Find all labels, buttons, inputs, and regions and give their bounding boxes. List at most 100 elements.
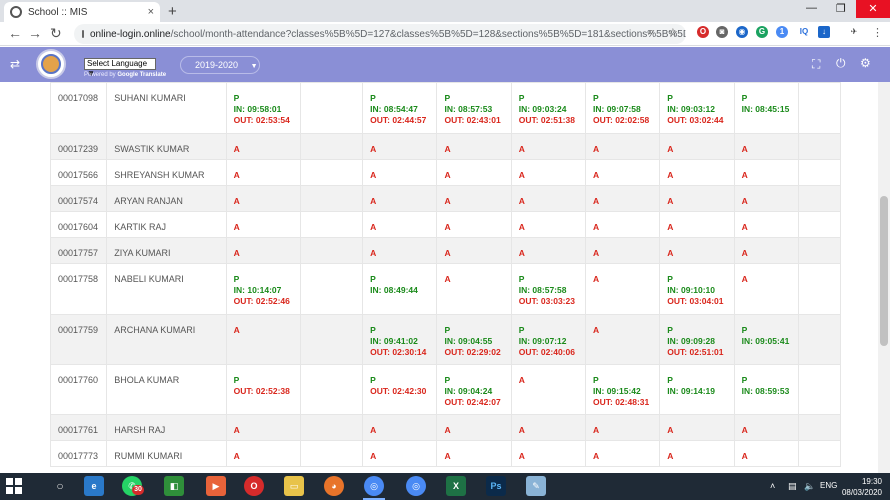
page-scrollbar[interactable] (878, 82, 890, 473)
volume-icon[interactable]: 🔈 (804, 481, 815, 492)
media-player-icon[interactable]: ▶ (206, 476, 226, 496)
attendance-cell: A (510, 185, 587, 212)
reload-icon[interactable]: ↻ (50, 25, 62, 42)
absent-mark: A (518, 375, 525, 385)
firefox-icon[interactable]: ◕ (324, 476, 344, 496)
attendance-cell (299, 414, 364, 441)
attendance-cell: P IN: 09:04:55 OUT: 02:29:02 (436, 314, 512, 365)
attendance-cell: A (436, 159, 512, 186)
attendance-cell (299, 237, 364, 264)
attendance-cell: A (659, 159, 735, 186)
absent-mark: A (593, 248, 600, 258)
attendance-cell: P IN: 09:07:58 OUT: 02:02:58 (585, 82, 661, 134)
absent-mark: A (593, 325, 600, 335)
scrollbar-thumb[interactable] (880, 196, 888, 346)
attendance-cell: A (659, 211, 735, 238)
attendance-cell (797, 314, 841, 365)
attendance-cell: A (659, 237, 735, 264)
windows-taskbar: ○ e ✆ 30 ◧ ▶ O ▭ ◕ ◎ ◎ X Ps ✎ ˄ ▤ 🔈 ENG … (0, 473, 890, 500)
power-icon[interactable]: ⏻ (836, 56, 846, 71)
absent-mark: A (667, 170, 674, 180)
absent-mark: A (370, 222, 377, 232)
present-mark: P (444, 93, 451, 103)
gear-icon[interactable]: ⚙ (860, 56, 871, 70)
back-icon[interactable]: ← (8, 25, 22, 41)
language-select[interactable]: Select Language ▼ (84, 58, 156, 78)
absent-mark: A (233, 144, 240, 154)
download-extension-icon[interactable]: ↓ (818, 26, 830, 38)
window-close-button[interactable]: ✕ (856, 0, 890, 18)
minimize-icon[interactable]: — (806, 2, 817, 14)
student-name: NABELI KUMARI (106, 263, 227, 315)
notes-icon[interactable]: ✎ (526, 476, 546, 496)
internet-explorer-icon[interactable]: e (84, 476, 104, 496)
in-time: IN: 08:49:44 (370, 285, 418, 295)
tab-close-button[interactable]: × (148, 6, 154, 18)
search-icon[interactable]: ○ (50, 476, 70, 496)
absent-mark: A (518, 144, 525, 154)
student-id: 00017761 (50, 414, 108, 441)
attendance-cell: P IN: 09:05:41 (733, 314, 799, 365)
profile-extension-icon[interactable]: ✈ (848, 26, 860, 38)
in-time: IN: 09:04:55 (444, 336, 493, 346)
opera-icon[interactable]: O (244, 476, 264, 496)
search-icon[interactable]: ⌕ (648, 26, 654, 39)
in-time: IN: 09:15:42 (593, 386, 641, 396)
absent-mark: A (518, 196, 525, 206)
photoshop-icon[interactable]: Ps (486, 476, 506, 496)
attendance-cell (797, 440, 841, 467)
folder-icon[interactable]: ▭ (284, 476, 304, 496)
attendance-cell: A (659, 414, 735, 441)
attendance-cell: A (362, 211, 438, 238)
bookmark-star-icon[interactable]: ☆ (668, 26, 678, 39)
out-time: OUT: 03:04:01 (667, 296, 724, 306)
restore-icon[interactable]: ❐ (836, 2, 846, 15)
absent-mark: A (667, 196, 674, 206)
attendance-cell: A (362, 237, 438, 264)
present-mark: P (370, 93, 376, 103)
tray-chevron-icon[interactable]: ˄ (770, 481, 775, 491)
present-mark: P (593, 375, 599, 385)
store-icon[interactable]: ◧ (164, 476, 184, 496)
browser-tab[interactable]: School :: MIS × (4, 2, 160, 22)
attendance-cell: A (659, 185, 735, 212)
attendance-cell: A (585, 263, 661, 315)
camera-extension-icon[interactable]: ◙ (716, 26, 728, 38)
attendance-cell (797, 185, 841, 212)
network-icon[interactable]: ▤ (788, 481, 797, 492)
present-mark: P (593, 93, 599, 103)
student-id: 00017604 (50, 211, 108, 238)
sidebar-toggle-icon[interactable]: ⇄ (10, 57, 20, 71)
forward-icon[interactable]: → (28, 25, 42, 41)
present-mark: P (667, 325, 673, 335)
language-indicator[interactable]: ENG (820, 481, 837, 490)
out-time: OUT: 02:52:38 (233, 386, 290, 396)
session-year-select[interactable]: 2019-2020 ▼ (180, 56, 260, 74)
present-mark: P (370, 325, 376, 335)
attendance-cell: A (585, 159, 661, 186)
absent-mark: A (233, 451, 240, 461)
out-time: OUT: 03:03:23 (518, 296, 575, 306)
student-name: KARTIK RAJ (106, 211, 227, 238)
chrome-icon[interactable]: ◎ (364, 476, 384, 496)
attendance-cell (797, 237, 841, 264)
url-input[interactable]: online-login.online/school/month-attenda… (74, 24, 686, 44)
translate-extension-icon[interactable]: 1 (776, 26, 788, 38)
browser-menu-icon[interactable]: ⋮ (872, 26, 883, 39)
excel-icon[interactable]: X (446, 476, 466, 496)
attendance-cell: A (436, 237, 512, 264)
system-clock[interactable]: 19:30 08/03/2020 (842, 476, 882, 498)
absent-mark: A (518, 425, 525, 435)
globe-extension-icon[interactable]: ◉ (736, 26, 748, 38)
opera-extension-icon[interactable]: O (697, 26, 709, 38)
present-mark: P (444, 375, 451, 385)
absent-mark: A (741, 144, 748, 154)
fullscreen-icon[interactable]: ⛶ (812, 57, 820, 72)
attendance-cell (299, 263, 364, 315)
student-id: 00017239 (50, 133, 108, 160)
iq-extension-icon[interactable]: IQ (796, 26, 812, 38)
chrome-alt-icon[interactable]: ◎ (406, 476, 426, 496)
windows-start-icon[interactable] (6, 478, 22, 494)
new-tab-button[interactable]: + (168, 3, 177, 20)
grammar-extension-icon[interactable]: G (756, 26, 768, 38)
